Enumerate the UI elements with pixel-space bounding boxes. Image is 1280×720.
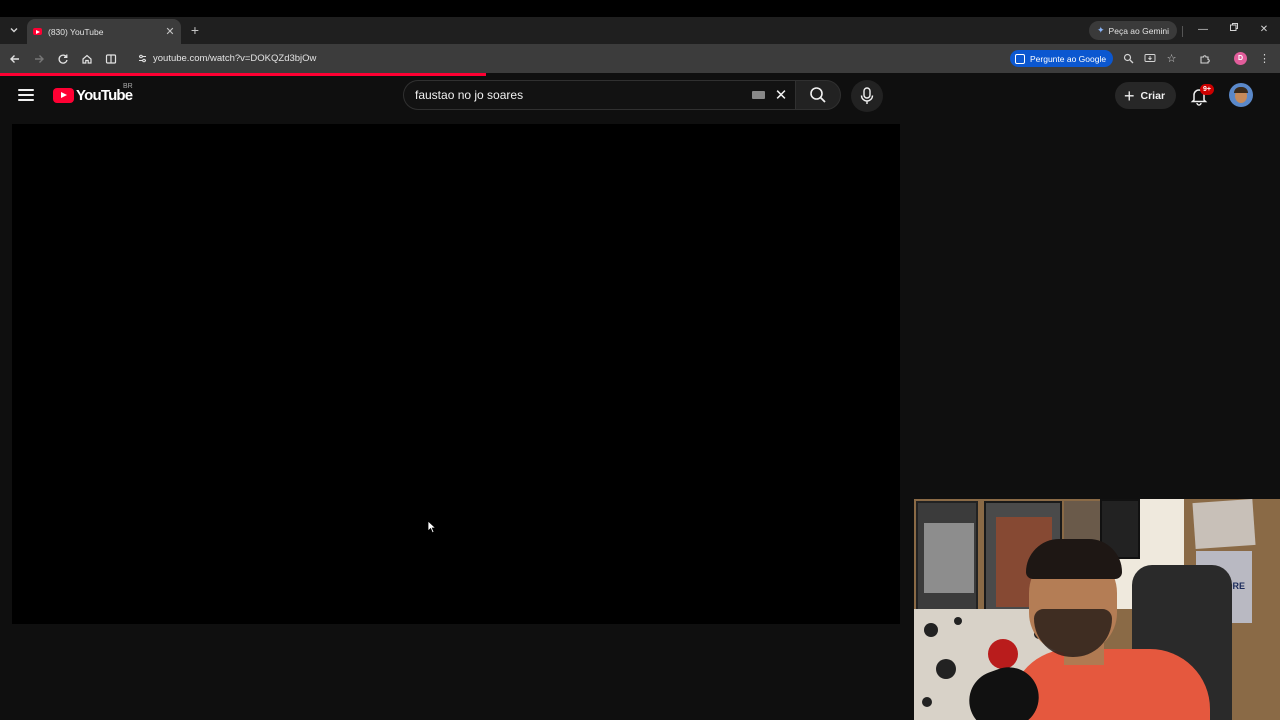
ask-google-button[interactable]: Pergunte ao Google <box>1010 50 1114 67</box>
clear-search-icon[interactable]: ✕ <box>773 86 789 104</box>
window-controls-divider <box>1182 26 1183 37</box>
account-avatar[interactable] <box>1229 83 1253 107</box>
plus-icon: + <box>1124 85 1135 106</box>
create-button[interactable]: + Criar <box>1115 82 1177 109</box>
webcam-person-hair <box>1026 539 1122 579</box>
profile-avatar[interactable]: D <box>1234 52 1247 65</box>
video-player[interactable] <box>12 124 900 624</box>
chevron-down-icon <box>10 28 18 33</box>
search-input[interactable]: faustao no jo soares <box>415 88 752 102</box>
keyboard-icon[interactable] <box>752 91 765 99</box>
webcam-poster <box>916 501 978 617</box>
guide-menu-icon[interactable] <box>18 89 34 101</box>
browser-toolbar: youtube.com/watch?v=DOKQZd3bjOw Pergunte… <box>0 44 1280 73</box>
gemini-label: Peça ao Gemini <box>1108 25 1170 36</box>
search-icon <box>810 87 826 103</box>
new-tab-button[interactable]: + <box>188 22 202 38</box>
gemini-button[interactable]: ✦ Peça ao Gemini <box>1089 21 1178 40</box>
back-icon[interactable] <box>6 50 24 68</box>
search-box[interactable]: faustao no jo soares ✕ <box>403 80 795 110</box>
google-lens-icon <box>1015 53 1025 64</box>
tab-youtube[interactable]: (830) YouTube ✕ <box>27 19 181 44</box>
webcam-overlay: NO MORE <box>914 499 1280 720</box>
webcam-red-sticker <box>988 639 1018 669</box>
zoom-icon[interactable] <box>1120 50 1137 67</box>
browser-menu-icon[interactable]: ⋮ <box>1256 50 1273 67</box>
avatar-hair <box>1234 87 1248 93</box>
webcam-paper <box>1192 499 1256 550</box>
tab-title: (830) YouTube <box>48 26 104 37</box>
close-window-icon[interactable]: ✕ <box>1256 22 1272 38</box>
split-view-icon[interactable] <box>102 50 120 68</box>
extensions-icon[interactable] <box>1196 50 1213 67</box>
region-code: BR <box>123 83 133 90</box>
reload-icon[interactable] <box>54 50 72 68</box>
youtube-play-logo-icon <box>53 88 74 103</box>
tab-bar: (830) YouTube ✕ + ✦ Peça ao Gemini — ✕ <box>0 17 1280 44</box>
webcam-person-shirt <box>1010 649 1210 720</box>
tab-list-button[interactable] <box>5 21 23 39</box>
top-strip <box>0 0 1280 17</box>
youtube-masthead: YouTube BR faustao no jo soares ✕ + Cria… <box>0 76 1280 116</box>
voice-search-button[interactable] <box>851 80 883 112</box>
url-text: youtube.com/watch?v=DOKQZd3bjOw <box>153 53 317 64</box>
tab-close-icon[interactable]: ✕ <box>163 25 177 38</box>
minimize-icon[interactable]: — <box>1195 22 1211 38</box>
microphone-icon <box>860 87 874 104</box>
bookmark-star-icon[interactable]: ☆ <box>1163 50 1180 67</box>
home-icon[interactable] <box>78 50 96 68</box>
forward-icon[interactable] <box>30 50 48 68</box>
youtube-logo[interactable]: YouTube BR <box>53 83 133 104</box>
ask-google-label: Pergunte ao Google <box>1030 53 1107 64</box>
search-button[interactable] <box>795 80 841 110</box>
gemini-sparkle-icon: ✦ <box>1097 25 1105 35</box>
install-app-icon[interactable] <box>1141 50 1158 67</box>
notification-count-badge: 9+ <box>1200 84 1214 95</box>
mouse-cursor-icon <box>427 520 437 534</box>
restore-icon[interactable] <box>1226 22 1242 38</box>
youtube-favicon-icon <box>33 28 42 35</box>
site-info-icon[interactable] <box>132 49 152 69</box>
create-label: Criar <box>1140 89 1166 102</box>
